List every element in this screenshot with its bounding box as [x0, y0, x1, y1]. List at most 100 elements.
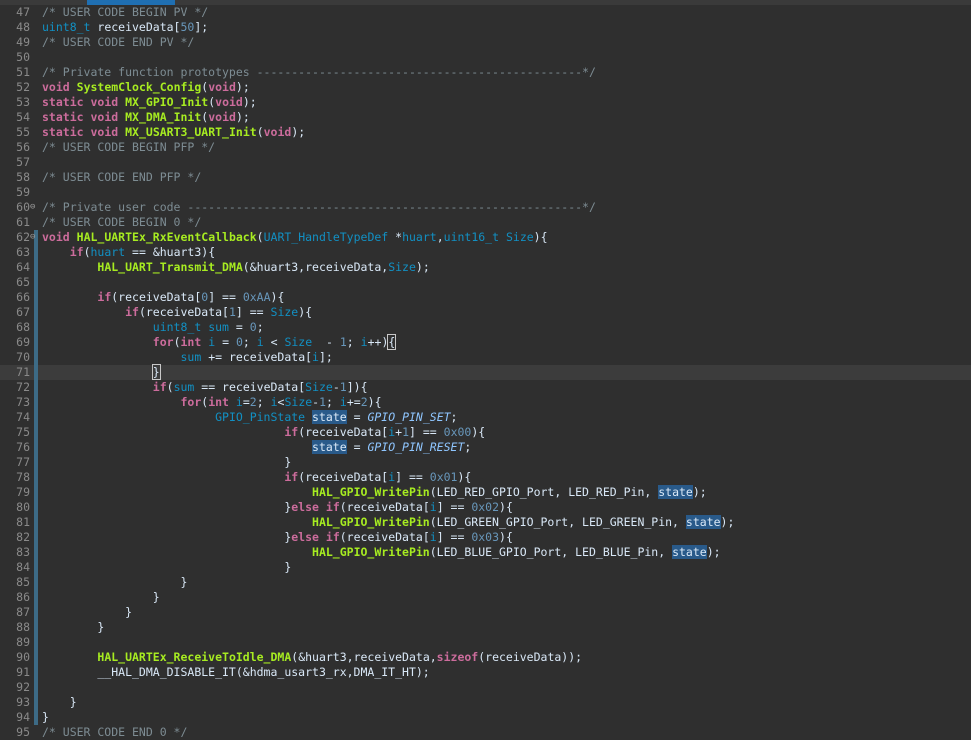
- code-line[interactable]: 72 if(sum == receiveData[Size-1]){: [0, 380, 971, 395]
- code-line[interactable]: 93 }: [0, 695, 971, 710]
- code-token: ] ==: [395, 470, 430, 484]
- code-line[interactable]: 62 ⊖ void HAL_UARTEx_RxEventCallback(UART_…: [0, 230, 971, 245]
- code-line[interactable]: 55 static void MX_USART3_UART_Init(void);: [0, 125, 971, 140]
- code-line[interactable]: 54 static void MX_DMA_Init(void);: [0, 110, 971, 125]
- line-number: 78: [16, 470, 30, 484]
- code-token: (&huart3,receiveData,: [242, 260, 389, 274]
- fold-toggle-icon[interactable]: ⊖: [30, 230, 38, 245]
- line-number: 73: [16, 395, 30, 409]
- code-token: state: [658, 485, 693, 499]
- code-text: if(sum == receiveData[Size-1]){: [42, 380, 368, 395]
- code-line[interactable]: 63 if(huart == &huart3){: [0, 245, 971, 260]
- code-text: if(receiveData[0] == 0xAA){: [42, 290, 284, 305]
- code-token: if: [97, 290, 112, 304]
- code-line[interactable]: 75 if(receiveData[i+1] == 0x00){: [0, 425, 971, 440]
- line-number: 57: [16, 155, 30, 169]
- code-token: (LED_GREEN_GPIO_Port, LED_GREEN_Pin,: [429, 515, 686, 529]
- code-token: ){: [533, 230, 548, 244]
- code-line[interactable]: 61 /* USER CODE BEGIN 0 */: [0, 215, 971, 230]
- code-token: 0x01: [429, 470, 458, 484]
- code-line[interactable]: 58 /* USER CODE END PFP */: [0, 170, 971, 185]
- code-line[interactable]: 68 uint8_t sum = 0;: [0, 320, 971, 335]
- code-line[interactable]: 59: [0, 185, 971, 200]
- code-line[interactable]: 88 }: [0, 620, 971, 635]
- code-line[interactable]: 87 }: [0, 605, 971, 620]
- change-marker: [34, 260, 38, 275]
- code-line[interactable]: 91 __HAL_DMA_DISABLE_IT(&hdma_usart3_rx,…: [0, 665, 971, 680]
- fold-toggle-icon[interactable]: ⊖: [30, 200, 38, 215]
- code-line[interactable]: 89: [0, 635, 971, 650]
- code-line[interactable]: 78 if(receiveData[i] == 0x01){: [0, 470, 971, 485]
- code-token: HAL_GPIO_WritePin: [312, 515, 430, 529]
- code-token: (: [256, 125, 264, 139]
- code-line[interactable]: 49 /* USER CODE END PV */: [0, 35, 971, 50]
- code-token: UART_HandleTypeDef: [263, 230, 389, 244]
- code-line[interactable]: 71 }: [0, 364, 971, 380]
- code-token: static: [42, 95, 84, 109]
- code-token: i: [360, 335, 368, 349]
- code-line[interactable]: 77 }: [0, 455, 971, 470]
- code-line[interactable]: 67 if(receiveData[1] == Size){: [0, 305, 971, 320]
- code-token: ] ==: [436, 500, 472, 514]
- code-line[interactable]: 53 static void MX_GPIO_Init(void);: [0, 95, 971, 110]
- code-line[interactable]: 47 /* USER CODE BEGIN PV */: [0, 5, 971, 20]
- code-token: ){: [298, 305, 313, 319]
- code-line[interactable]: 82 }else if(receiveData[i] == 0x03){: [0, 530, 971, 545]
- change-marker: [34, 245, 38, 260]
- code-text: sum += receiveData[i];: [42, 350, 332, 365]
- change-marker: [34, 545, 38, 560]
- code-line[interactable]: 69 for(int i = 0; i < Size - 1; i++){: [0, 334, 971, 350]
- code-line[interactable]: 66 if(receiveData[0] == 0xAA){: [0, 290, 971, 305]
- code-line[interactable]: 65: [0, 275, 971, 290]
- code-line[interactable]: 48 uint8_t receiveData[50];: [0, 20, 971, 35]
- code-token: }: [42, 560, 292, 574]
- code-line[interactable]: 50: [0, 50, 971, 65]
- line-number: 50: [16, 50, 30, 64]
- code-line[interactable]: 92: [0, 680, 971, 695]
- code-token: =: [215, 335, 236, 349]
- code-line[interactable]: 83 HAL_GPIO_WritePin(LED_BLUE_GPIO_Port,…: [0, 545, 971, 560]
- change-marker: [34, 320, 38, 335]
- code-line[interactable]: 85 }: [0, 575, 971, 590]
- code-line[interactable]: 79 HAL_GPIO_WritePin(LED_RED_GPIO_Port, …: [0, 485, 971, 500]
- code-line[interactable]: 73 for(int i=2; i<Size-1; i+=2){: [0, 395, 971, 410]
- code-line[interactable]: 81 HAL_GPIO_WritePin(LED_GREEN_GPIO_Port…: [0, 515, 971, 530]
- line-number: 70: [16, 350, 30, 364]
- code-line[interactable]: 52 void SystemClock_Config(void);: [0, 80, 971, 95]
- code-line[interactable]: 84 }: [0, 560, 971, 575]
- code-text: /* USER CODE BEGIN PV */: [42, 5, 208, 20]
- code-text: }else if(receiveData[i] == 0x02){: [42, 500, 513, 515]
- code-line[interactable]: 74 GPIO_PinState state = GPIO_PIN_SET;: [0, 410, 971, 425]
- code-line[interactable]: 90 HAL_UARTEx_ReceiveToIdle_DMA(&huart3,…: [0, 650, 971, 665]
- code-text: uint8_t receiveData[50];: [42, 20, 208, 35]
- code-token: 2: [249, 395, 257, 409]
- code-token: ] ==: [208, 290, 243, 304]
- code-line[interactable]: 51 /* Private function prototypes -------…: [0, 65, 971, 80]
- code-line[interactable]: 95 /* USER CODE END 0 */: [0, 725, 971, 740]
- change-marker: [34, 635, 38, 650]
- code-line[interactable]: 70 sum += receiveData[i];: [0, 350, 971, 365]
- code-line[interactable]: 56 /* USER CODE BEGIN PFP */: [0, 140, 971, 155]
- code-token: Size: [505, 230, 534, 244]
- code-token: uint16_t: [443, 230, 500, 244]
- line-number: 52: [16, 80, 30, 94]
- code-line[interactable]: 64 HAL_UART_Transmit_DMA(&huart3,receive…: [0, 260, 971, 275]
- code-token: sum: [208, 320, 229, 334]
- code-token: );: [235, 110, 250, 124]
- code-line[interactable]: 94}: [0, 710, 971, 725]
- code-token: }: [42, 590, 160, 604]
- code-line[interactable]: 60 ⊖ /* Private user code ----------------…: [0, 200, 971, 215]
- line-number: 68: [16, 320, 30, 334]
- code-line[interactable]: 76 state = GPIO_PIN_RESET;: [0, 440, 971, 455]
- change-marker: [34, 470, 38, 485]
- code-line[interactable]: 80 }else if(receiveData[i] == 0x02){: [0, 500, 971, 515]
- code-line[interactable]: 57: [0, 155, 971, 170]
- code-line[interactable]: 86 }: [0, 590, 971, 605]
- code-editor[interactable]: 47 /* USER CODE BEGIN PV */ 48 uint8_t rece…: [0, 5, 971, 740]
- code-token: ] ==: [235, 305, 271, 319]
- code-token: {: [387, 334, 397, 350]
